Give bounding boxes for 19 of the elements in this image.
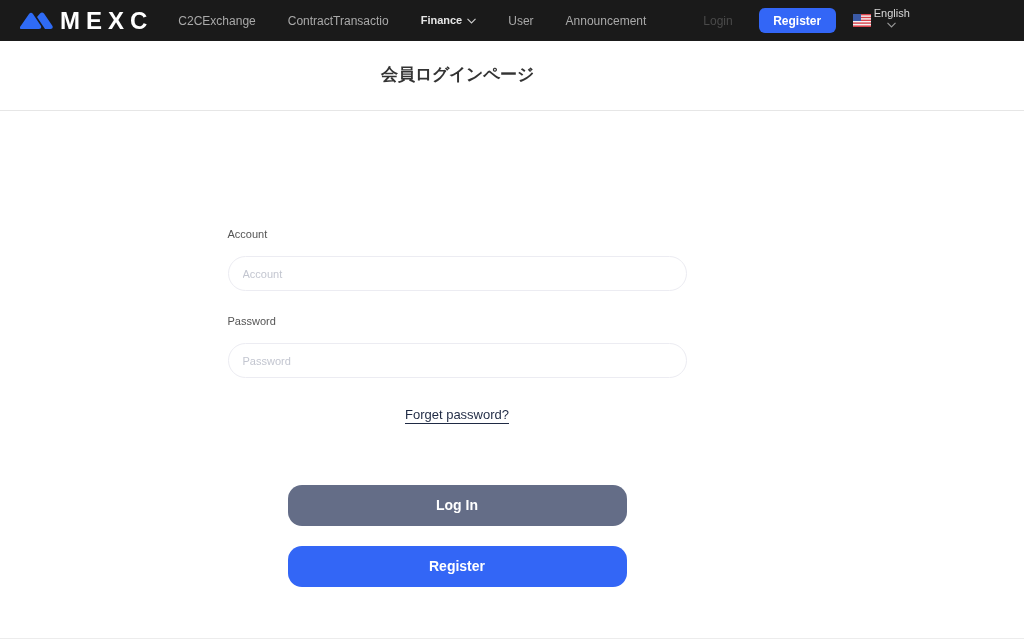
logo-text[interactable]: MEXC (60, 8, 154, 33)
page-title: 会員ログインページ (380, 65, 534, 86)
field-label: Password (227, 314, 276, 328)
logo-icon (20, 12, 53, 29)
chevron-down-icon (887, 22, 897, 28)
nav-link[interactable]: User (508, 11, 534, 30)
input-field[interactable]: Password (227, 343, 687, 378)
nav-link[interactable]: Finance (420, 12, 477, 29)
flag-icon (852, 14, 871, 27)
nav-link[interactable]: ContractTransactio (287, 11, 389, 30)
login-button[interactable]: Log In (287, 485, 627, 526)
register-button[interactable]: Register (758, 8, 836, 33)
input-field[interactable]: Account (227, 256, 687, 291)
nav-link[interactable]: C2CExchange (178, 11, 256, 30)
forgot-password-link[interactable]: Forget password? (404, 407, 510, 424)
language-selector[interactable]: English (852, 7, 910, 28)
register-button[interactable]: Register (287, 546, 627, 587)
nav-link[interactable]: Announcement (565, 11, 647, 30)
field-label: Account (227, 227, 268, 241)
